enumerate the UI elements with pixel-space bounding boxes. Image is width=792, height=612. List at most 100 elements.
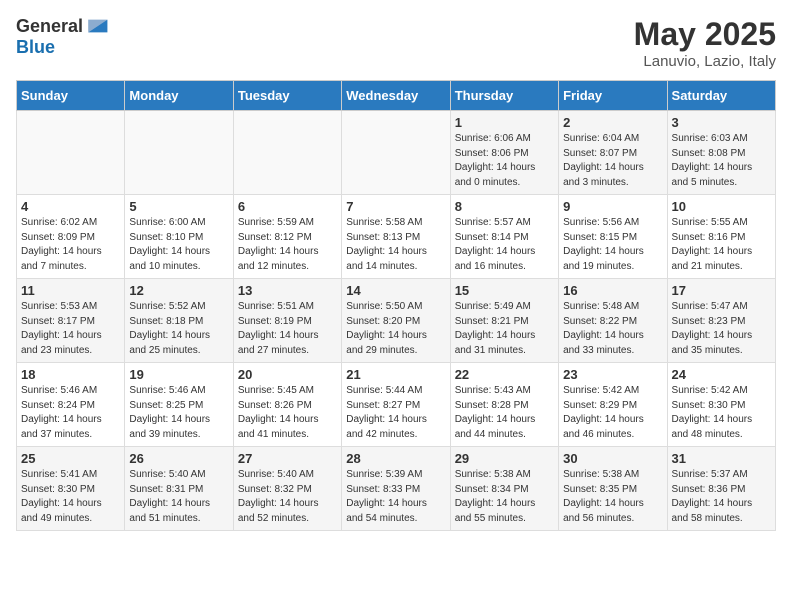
day-info: Sunrise: 5:55 AM Sunset: 8:16 PM Dayligh… bbox=[672, 216, 771, 274]
day-info: Sunrise: 6:02 AM Sunset: 8:09 PM Dayligh… bbox=[21, 216, 120, 274]
day-number: 27 bbox=[238, 451, 337, 466]
calendar-cell: 19 Sunrise: 5:46 AM Sunset: 8:25 PM Dayli… bbox=[125, 363, 233, 447]
day-number: 15 bbox=[455, 283, 554, 298]
day-number: 29 bbox=[455, 451, 554, 466]
day-info: Sunrise: 5:48 AM Sunset: 8:22 PM Dayligh… bbox=[563, 300, 662, 358]
calendar-cell: 28 Sunrise: 5:39 AM Sunset: 8:33 PM Dayli… bbox=[342, 447, 450, 531]
column-header-friday: Friday bbox=[559, 81, 667, 111]
calendar-cell: 25 Sunrise: 5:41 AM Sunset: 8:30 PM Dayli… bbox=[17, 447, 125, 531]
day-info: Sunrise: 5:39 AM Sunset: 8:33 PM Dayligh… bbox=[346, 468, 445, 526]
day-number: 16 bbox=[563, 283, 662, 298]
calendar-cell: 24 Sunrise: 5:42 AM Sunset: 8:30 PM Dayli… bbox=[667, 363, 775, 447]
column-header-wednesday: Wednesday bbox=[342, 81, 450, 111]
calendar-cell: 8Sunrise: 5:57 AM Sunset: 8:14 PM Daylig… bbox=[450, 195, 558, 279]
day-number: 31 bbox=[672, 451, 771, 466]
day-number: 19 bbox=[129, 367, 228, 382]
calendar-cell: 11 Sunrise: 5:53 AM Sunset: 8:17 PM Dayli… bbox=[17, 279, 125, 363]
day-info: Sunrise: 5:58 AM Sunset: 8:13 PM Dayligh… bbox=[346, 216, 445, 274]
day-info: Sunrise: 5:56 AM Sunset: 8:15 PM Dayligh… bbox=[563, 216, 662, 274]
day-number: 7 bbox=[346, 199, 445, 214]
day-number: 1 bbox=[455, 115, 554, 130]
calendar-cell: 21 Sunrise: 5:44 AM Sunset: 8:27 PM Dayli… bbox=[342, 363, 450, 447]
column-header-sunday: Sunday bbox=[17, 81, 125, 111]
day-number: 17 bbox=[672, 283, 771, 298]
day-info: Sunrise: 5:59 AM Sunset: 8:12 PM Dayligh… bbox=[238, 216, 337, 274]
calendar-cell: 5 Sunrise: 6:00 AM Sunset: 8:10 PM Daylig… bbox=[125, 195, 233, 279]
day-info: Sunrise: 5:37 AM Sunset: 8:36 PM Dayligh… bbox=[672, 468, 771, 526]
calendar-cell: 16 Sunrise: 5:48 AM Sunset: 8:22 PM Dayli… bbox=[559, 279, 667, 363]
calendar-cell: 20Sunrise: 5:45 AM Sunset: 8:26 PM Dayli… bbox=[233, 363, 341, 447]
day-info: Sunrise: 5:53 AM Sunset: 8:17 PM Dayligh… bbox=[21, 300, 120, 358]
calendar-cell: 17 Sunrise: 5:47 AM Sunset: 8:23 PM Dayli… bbox=[667, 279, 775, 363]
calendar-cell: 6 Sunrise: 5:59 AM Sunset: 8:12 PM Daylig… bbox=[233, 195, 341, 279]
day-number: 22 bbox=[455, 367, 554, 382]
day-info: Sunrise: 5:46 AM Sunset: 8:25 PM Dayligh… bbox=[129, 384, 228, 442]
subtitle: Lanuvio, Lazio, Italy bbox=[634, 53, 776, 70]
day-info: Sunrise: 5:52 AM Sunset: 8:18 PM Dayligh… bbox=[129, 300, 228, 358]
day-number: 18 bbox=[21, 367, 120, 382]
calendar-cell bbox=[17, 111, 125, 195]
header-row: SundayMondayTuesdayWednesdayThursdayFrid… bbox=[17, 81, 776, 111]
day-info: Sunrise: 5:38 AM Sunset: 8:34 PM Dayligh… bbox=[455, 468, 554, 526]
calendar-cell: 15Sunrise: 5:49 AM Sunset: 8:21 PM Dayli… bbox=[450, 279, 558, 363]
calendar-cell bbox=[233, 111, 341, 195]
page-header: General Blue May 2025 Lanuvio, Lazio, It… bbox=[16, 16, 776, 70]
logo-blue-text: Blue bbox=[16, 38, 109, 58]
day-number: 23 bbox=[563, 367, 662, 382]
day-number: 3 bbox=[672, 115, 771, 130]
logo-icon bbox=[85, 14, 109, 38]
calendar-cell: 23 Sunrise: 5:42 AM Sunset: 8:29 PM Dayli… bbox=[559, 363, 667, 447]
calendar-cell: 18Sunrise: 5:46 AM Sunset: 8:24 PM Dayli… bbox=[17, 363, 125, 447]
day-info: Sunrise: 5:40 AM Sunset: 8:32 PM Dayligh… bbox=[238, 468, 337, 526]
day-info: Sunrise: 5:44 AM Sunset: 8:27 PM Dayligh… bbox=[346, 384, 445, 442]
calendar-cell: 14 Sunrise: 5:50 AM Sunset: 8:20 PM Dayli… bbox=[342, 279, 450, 363]
week-row-2: 4Sunrise: 6:02 AM Sunset: 8:09 PM Daylig… bbox=[17, 195, 776, 279]
main-title: May 2025 bbox=[634, 16, 776, 53]
calendar-cell: 4Sunrise: 6:02 AM Sunset: 8:09 PM Daylig… bbox=[17, 195, 125, 279]
day-number: 30 bbox=[563, 451, 662, 466]
calendar-cell: 9 Sunrise: 5:56 AM Sunset: 8:15 PM Daylig… bbox=[559, 195, 667, 279]
day-number: 25 bbox=[21, 451, 120, 466]
day-info: Sunrise: 5:47 AM Sunset: 8:23 PM Dayligh… bbox=[672, 300, 771, 358]
day-number: 6 bbox=[238, 199, 337, 214]
day-info: Sunrise: 6:00 AM Sunset: 8:10 PM Dayligh… bbox=[129, 216, 228, 274]
day-number: 24 bbox=[672, 367, 771, 382]
day-info: Sunrise: 5:51 AM Sunset: 8:19 PM Dayligh… bbox=[238, 300, 337, 358]
calendar-cell: 2 Sunrise: 6:04 AM Sunset: 8:07 PM Daylig… bbox=[559, 111, 667, 195]
day-number: 5 bbox=[129, 199, 228, 214]
day-number: 26 bbox=[129, 451, 228, 466]
day-info: Sunrise: 5:42 AM Sunset: 8:29 PM Dayligh… bbox=[563, 384, 662, 442]
logo: General Blue bbox=[16, 16, 109, 58]
calendar-cell bbox=[342, 111, 450, 195]
day-number: 11 bbox=[21, 283, 120, 298]
calendar-cell: 22Sunrise: 5:43 AM Sunset: 8:28 PM Dayli… bbox=[450, 363, 558, 447]
calendar-cell: 7 Sunrise: 5:58 AM Sunset: 8:13 PM Daylig… bbox=[342, 195, 450, 279]
calendar-cell: 12 Sunrise: 5:52 AM Sunset: 8:18 PM Dayli… bbox=[125, 279, 233, 363]
week-row-1: 1 Sunrise: 6:06 AM Sunset: 8:06 PM Daylig… bbox=[17, 111, 776, 195]
day-number: 14 bbox=[346, 283, 445, 298]
day-number: 13 bbox=[238, 283, 337, 298]
column-header-thursday: Thursday bbox=[450, 81, 558, 111]
week-row-5: 25 Sunrise: 5:41 AM Sunset: 8:30 PM Dayli… bbox=[17, 447, 776, 531]
day-number: 12 bbox=[129, 283, 228, 298]
logo-general-text: General bbox=[16, 17, 83, 37]
day-info: Sunrise: 5:41 AM Sunset: 8:30 PM Dayligh… bbox=[21, 468, 120, 526]
column-header-monday: Monday bbox=[125, 81, 233, 111]
day-info: Sunrise: 6:04 AM Sunset: 8:07 PM Dayligh… bbox=[563, 132, 662, 190]
day-number: 9 bbox=[563, 199, 662, 214]
day-info: Sunrise: 5:57 AM Sunset: 8:14 PM Dayligh… bbox=[455, 216, 554, 274]
day-number: 2 bbox=[563, 115, 662, 130]
day-number: 28 bbox=[346, 451, 445, 466]
calendar-cell: 3 Sunrise: 6:03 AM Sunset: 8:08 PM Daylig… bbox=[667, 111, 775, 195]
column-header-saturday: Saturday bbox=[667, 81, 775, 111]
calendar-cell: 29 Sunrise: 5:38 AM Sunset: 8:34 PM Dayli… bbox=[450, 447, 558, 531]
calendar-cell: 30Sunrise: 5:38 AM Sunset: 8:35 PM Dayli… bbox=[559, 447, 667, 531]
week-row-3: 11 Sunrise: 5:53 AM Sunset: 8:17 PM Dayli… bbox=[17, 279, 776, 363]
day-info: Sunrise: 5:50 AM Sunset: 8:20 PM Dayligh… bbox=[346, 300, 445, 358]
day-info: Sunrise: 5:42 AM Sunset: 8:30 PM Dayligh… bbox=[672, 384, 771, 442]
calendar-cell: 26Sunrise: 5:40 AM Sunset: 8:31 PM Dayli… bbox=[125, 447, 233, 531]
day-info: Sunrise: 6:03 AM Sunset: 8:08 PM Dayligh… bbox=[672, 132, 771, 190]
day-number: 21 bbox=[346, 367, 445, 382]
calendar-cell: 10Sunrise: 5:55 AM Sunset: 8:16 PM Dayli… bbox=[667, 195, 775, 279]
day-info: Sunrise: 6:06 AM Sunset: 8:06 PM Dayligh… bbox=[455, 132, 554, 190]
